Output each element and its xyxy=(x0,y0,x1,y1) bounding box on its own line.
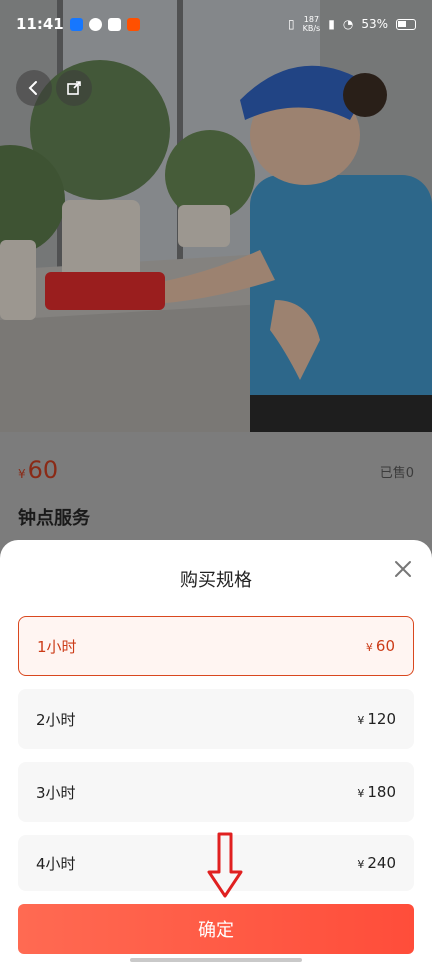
price-value: 180 xyxy=(367,783,396,801)
battery-icon xyxy=(396,18,416,30)
share-icon xyxy=(67,81,81,95)
spec-sheet: 购买规格 xyxy=(0,540,432,964)
net-speed-unit: KB/s xyxy=(302,24,321,33)
spec-option-price: ¥ 120 xyxy=(357,710,396,728)
share-button[interactable] xyxy=(56,70,92,106)
spec-option-price: ¥ 240 xyxy=(357,854,396,872)
spec-option-label: 4小时 xyxy=(36,854,76,873)
cleaning-photo xyxy=(0,0,432,432)
spec-option-2h[interactable]: 2小时 ¥ 120 xyxy=(18,689,414,749)
back-button[interactable] xyxy=(16,70,52,106)
close-button[interactable] xyxy=(392,558,414,580)
home-indicator xyxy=(130,958,302,962)
spec-option-1h[interactable]: 1小时 ¥ 60 xyxy=(18,616,414,676)
sold-count: 已售0 xyxy=(379,466,414,481)
currency-symbol: ¥ xyxy=(357,714,365,727)
hero-image xyxy=(0,0,432,432)
sheet-title: 购买规格 xyxy=(180,570,252,591)
vibrate-icon: ▯ xyxy=(288,17,295,31)
alipay-icon xyxy=(69,17,83,31)
spec-option-label: 3小时 xyxy=(36,783,76,802)
spec-option-price: ¥ 180 xyxy=(357,783,396,801)
price-value: 240 xyxy=(367,854,396,872)
net-speed: 187 KB/s xyxy=(303,15,321,33)
spec-option-label: 1小时 xyxy=(37,637,77,656)
sim-icon: ▮ xyxy=(328,17,335,31)
arrow-down-icon xyxy=(207,832,243,898)
currency-symbol: ¥ xyxy=(357,858,365,871)
spec-option-price: ¥ 60 xyxy=(366,637,395,655)
taobao-icon xyxy=(126,17,140,31)
battery-percent: 53% xyxy=(361,17,388,31)
status-right: ▯ 187 KB/s ▮ ◔ 53% xyxy=(288,15,416,33)
price-value: 60 xyxy=(375,637,395,655)
price-value: 120 xyxy=(367,710,396,728)
currency-symbol: ¥ xyxy=(357,787,365,800)
currency-symbol: ¥ xyxy=(18,467,26,481)
product-title: 钟点服务 xyxy=(18,508,90,529)
close-icon xyxy=(395,561,411,577)
confirm-button[interactable]: 确定 xyxy=(18,904,414,954)
product-price: ¥ 60 xyxy=(18,456,58,484)
status-left: 11:41 xyxy=(16,15,140,33)
net-speed-value: 187 xyxy=(303,15,320,24)
mail-icon xyxy=(107,17,121,31)
status-bar: 11:41 ▯ 187 KB/s ▮ ◔ 53% xyxy=(0,0,432,48)
currency-symbol: ¥ xyxy=(365,641,373,654)
price-value: 60 xyxy=(27,456,59,484)
wifi-icon: ◔ xyxy=(342,17,354,31)
spec-option-label: 2小时 xyxy=(36,710,76,729)
chevron-left-icon xyxy=(28,81,37,95)
status-time: 11:41 xyxy=(16,15,64,33)
spec-option-3h[interactable]: 3小时 ¥ 180 xyxy=(18,762,414,822)
app-icon xyxy=(88,17,102,31)
